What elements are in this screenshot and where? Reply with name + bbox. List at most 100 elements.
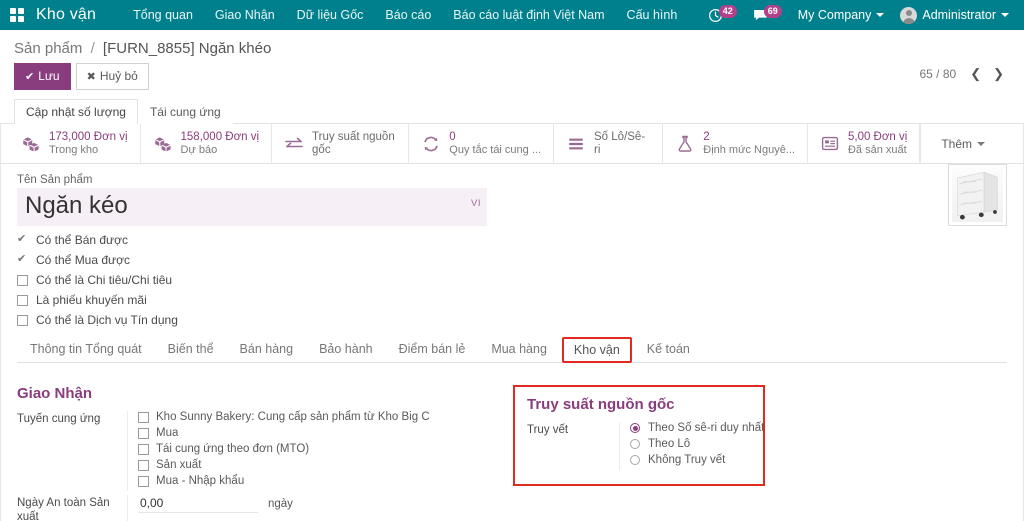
messages-menu-button[interactable]: 69	[746, 0, 789, 30]
tab-accounting[interactable]: Kế toán	[634, 335, 703, 363]
menu-item-reporting[interactable]: Báo cáo	[374, 0, 442, 30]
boxes-icon	[153, 134, 173, 154]
boxes-icon	[21, 134, 41, 154]
user-name: Administrator	[922, 8, 996, 22]
product-name-input[interactable]: Ngăn kéo VI	[17, 188, 487, 226]
translation-language-badge[interactable]: VI	[471, 191, 481, 217]
checkbox-label: Có thể Mua được	[36, 253, 130, 267]
checkbox-can-be-expensed[interactable]	[17, 274, 28, 286]
checkbox-is-gift-card[interactable]	[17, 294, 28, 306]
tab-variants[interactable]: Biến thể	[155, 335, 227, 363]
radio-by-unique-serial[interactable]	[630, 423, 640, 433]
breadcrumb-root[interactable]: Sản phẩm	[14, 40, 82, 57]
stat-button-reordering-rules[interactable]: 0 Quy tắc tái cung ...	[409, 124, 555, 163]
app-brand-title[interactable]: Kho vận	[34, 6, 96, 24]
stat-label: Định mức Nguyê...	[703, 143, 795, 156]
manufacturing-security-lead-time-label: Ngày An toàn Sản xuất	[17, 497, 110, 521]
form-view-container: 173,000 Đơn vị Trong kho 158,000 Đơn vị …	[0, 124, 1024, 521]
stat-button-lot-serial-numbers[interactable]: Số Lô/Sê-ri	[554, 124, 664, 163]
tab-point-of-sale[interactable]: Điểm bán lẻ	[386, 335, 479, 363]
notebook-tabs: Thông tin Tổng quát Biến thể Bán hàng Bả…	[17, 335, 1007, 363]
menu-item-master-data[interactable]: Dữ liệu Gốc	[286, 0, 375, 30]
route-option-sunny-bakery[interactable]: Kho Sunny Bakery: Cung cấp sản phẩm từ K…	[138, 411, 487, 423]
menu-item-operations[interactable]: Giao Nhận	[204, 0, 286, 30]
company-switcher[interactable]: My Company	[791, 0, 892, 30]
tab-warranty[interactable]: Bảo hành	[306, 335, 386, 363]
stat-value: 2	[703, 130, 710, 143]
activity-menu-button[interactable]: 42	[701, 0, 744, 30]
route-option-buy-import[interactable]: Mua - Nhập khẩu	[138, 475, 487, 487]
stat-value: 5,00 Đơn vị	[847, 130, 908, 143]
stat-text: 0 Quy tắc tái cung ...	[449, 131, 541, 157]
checkbox-can-be-purchased[interactable]	[17, 252, 28, 266]
menu-item-overview[interactable]: Tổng quan	[122, 0, 204, 30]
tab-purchase[interactable]: Mua hàng	[478, 335, 560, 363]
stat-label: Trong kho	[49, 143, 99, 156]
stat-button-bar: 173,000 Đơn vị Trong kho 158,000 Đơn vị …	[1, 124, 1023, 164]
tab-general-information[interactable]: Thông tin Tổng quát	[17, 335, 155, 363]
top-navbar: Kho vận Tổng quan Giao Nhận Dữ liệu Gốc …	[0, 0, 1024, 30]
checkbox-row-is-gift-card[interactable]: Là phiếu khuyến mãi	[17, 293, 1007, 307]
delivery-group-title: Giao Nhận	[17, 385, 93, 402]
routes-options: Kho Sunny Bakery: Cung cấp sản phẩm từ K…	[127, 411, 487, 491]
user-menu[interactable]: Administrator	[893, 0, 1016, 30]
pager-next-icon[interactable]: ❯	[987, 66, 1010, 82]
checkbox-can-be-credit-service[interactable]	[17, 314, 28, 326]
form-sheet: 173,000 Đơn vị Trong kho 158,000 Đơn vị …	[0, 124, 1024, 521]
checkbox-label: Có thể là Chi tiêu/Chi tiêu	[36, 273, 173, 287]
menu-item-configuration[interactable]: Cấu hình	[616, 0, 689, 30]
checkbox-route[interactable]	[138, 459, 149, 471]
checkbox-route[interactable]	[138, 411, 149, 423]
more-label: Thêm	[941, 136, 972, 151]
stat-label: Đã sản xuất	[847, 143, 907, 156]
manufacturing-security-lead-time-input[interactable]: 0,00	[138, 495, 258, 513]
route-option-manufacture[interactable]: Sản xuất	[138, 459, 487, 471]
product-image[interactable]	[948, 164, 1007, 226]
systray: 42 69 My Company Administrator	[701, 0, 1016, 30]
delivery-group: Giao Nhận Tuyến cung ứng Kho Sunny Baker…	[17, 385, 487, 521]
update-quantity-button[interactable]: Cập nhật số lượng	[14, 99, 138, 124]
chevron-down-icon	[876, 13, 885, 17]
product-flags-group: Có thể Bán được Có thể Mua được Có thể l…	[17, 232, 1007, 327]
checkbox-route[interactable]	[138, 427, 149, 439]
tracking-option-label: Theo Lô	[648, 438, 691, 450]
stat-button-manufactured[interactable]: 5,00 Đơn vị Đã sản xuất	[808, 124, 921, 163]
stat-button-traceability[interactable]: Truy suất nguồn gốc	[272, 124, 410, 163]
stat-label: Dự báo	[180, 143, 218, 156]
checkbox-can-be-sold[interactable]	[17, 232, 28, 246]
more-stat-buttons-dropdown[interactable]: Thêm	[920, 124, 1015, 163]
radio-no-tracking[interactable]	[630, 455, 640, 465]
replenish-button[interactable]: Tái cung ứng	[137, 99, 233, 124]
tracking-option-by-unique-serial[interactable]: Theo Số sê-ri duy nhất	[630, 422, 764, 434]
breadcrumb-separator: /	[90, 40, 95, 57]
checkbox-row-can-be-sold[interactable]: Có thể Bán được	[17, 232, 1007, 248]
route-label: Kho Sunny Bakery: Cung cấp sản phẩm từ K…	[156, 411, 430, 423]
apps-grid-icon[interactable]	[6, 4, 28, 26]
checkbox-row-can-be-credit-service[interactable]: Có thể là Dịch vụ Tín dụng	[17, 313, 1007, 327]
manufacturing-security-lead-time-unit: ngày	[268, 498, 293, 510]
stat-button-on-hand[interactable]: 173,000 Đơn vị Trong kho	[9, 124, 141, 163]
menu-item-vietnam-statutory-reports[interactable]: Báo cáo luật định Việt Nam	[442, 0, 615, 30]
tab-inventory[interactable]: Kho vận	[561, 337, 632, 363]
route-label: Tái cung ứng theo đơn (MTO)	[156, 443, 310, 455]
checkbox-row-can-be-expensed[interactable]: Có thể là Chi tiêu/Chi tiêu	[17, 273, 1007, 287]
tab-sales[interactable]: Bán hàng	[227, 335, 307, 363]
radio-by-lot[interactable]	[630, 439, 640, 449]
discard-button[interactable]: ✖ Huỷ bỏ	[75, 63, 149, 90]
checkbox-route[interactable]	[138, 443, 149, 455]
tracking-option-no-tracking[interactable]: Không Truy vết	[630, 454, 764, 466]
stat-button-bill-of-materials[interactable]: 2 Định mức Nguyê...	[663, 124, 808, 163]
pager-previous-icon[interactable]: ❮	[964, 66, 987, 82]
document-lines-icon	[820, 134, 840, 154]
product-name-value: Ngăn kéo	[25, 192, 128, 219]
checkbox-row-can-be-purchased[interactable]: Có thể Mua được	[17, 252, 1007, 268]
save-button[interactable]: ✔ Lưu	[14, 63, 71, 90]
checkbox-label: Là phiếu khuyến mãi	[36, 293, 147, 307]
stat-text: Số Lô/Sê-ri	[594, 131, 650, 156]
checkbox-route[interactable]	[138, 475, 149, 487]
tracking-option-by-lot[interactable]: Theo Lô	[630, 438, 764, 450]
stat-button-forecasted[interactable]: 158,000 Đơn vị Dự báo	[141, 124, 273, 163]
list-lines-icon	[566, 134, 586, 154]
route-option-mto[interactable]: Tái cung ứng theo đơn (MTO)	[138, 443, 487, 455]
route-option-buy[interactable]: Mua	[138, 427, 487, 439]
